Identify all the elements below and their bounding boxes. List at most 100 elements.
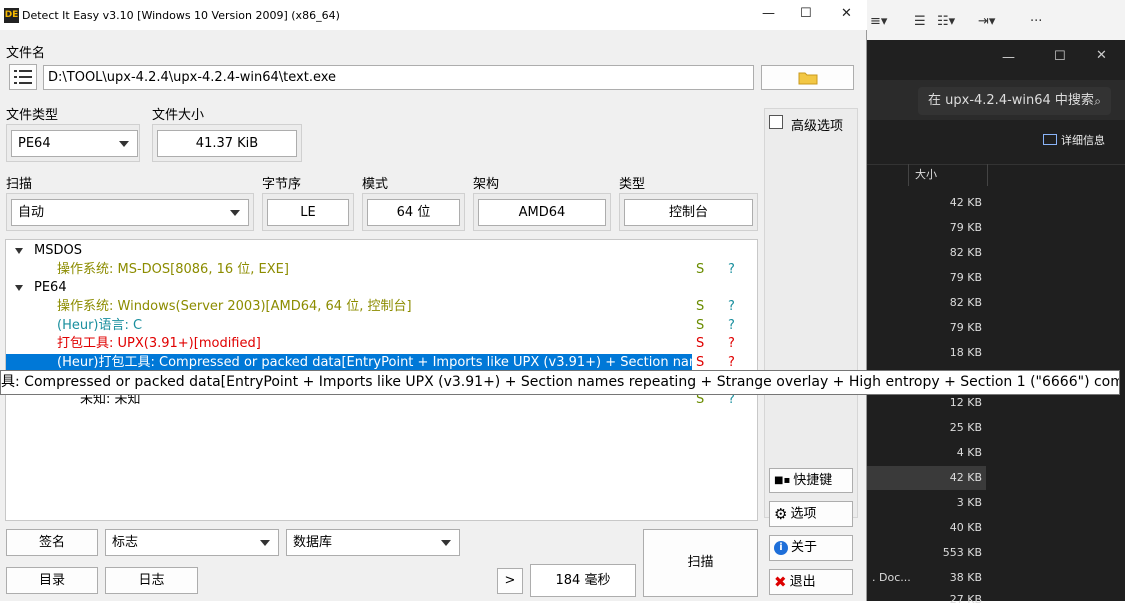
scan-button[interactable]: 扫描 xyxy=(643,529,758,597)
exit-label: 退出 xyxy=(789,574,816,590)
info-flag[interactable]: ? xyxy=(728,317,735,335)
database-select[interactable]: 数据库 xyxy=(286,529,460,556)
tree-node-label: MSDOS xyxy=(34,243,82,258)
list-icon[interactable]: ☰ xyxy=(914,14,926,29)
chevron-down-icon xyxy=(230,209,240,216)
column-header-size[interactable]: 大小 xyxy=(908,164,988,186)
numbered-list-icon[interactable]: ☷▾ xyxy=(937,14,955,29)
file-size: 82 KB xyxy=(949,296,982,309)
file-type-select[interactable]: PE64 xyxy=(11,130,138,157)
tree-node[interactable]: PE64 xyxy=(6,279,757,297)
advanced-label: 高级选项 xyxy=(791,119,844,134)
exit-button[interactable]: ✖ 退出 xyxy=(769,569,853,595)
tree-item[interactable]: 操作系统: MS-DOS[8086, 16 位, EXE] S ? xyxy=(6,261,757,279)
log-button[interactable]: 日志 xyxy=(105,567,198,594)
explorer-address-bar: 在 upx-4.2.4-win64 中搜索 ⌕ xyxy=(866,80,1125,120)
endian-label: 字节序 xyxy=(262,177,302,192)
signature-flag[interactable]: S xyxy=(696,261,704,279)
signature-flag[interactable]: S xyxy=(696,317,704,335)
file-size: 27 KB xyxy=(949,593,982,606)
more-button[interactable]: > xyxy=(497,568,523,594)
flags-value: 标志 xyxy=(112,535,139,550)
minimize-icon[interactable]: — xyxy=(1002,50,1015,65)
expand-arrow-icon[interactable] xyxy=(15,285,23,291)
detect-it-easy-window: DE Detect It Easy v3.10 [Windows 10 Vers… xyxy=(0,0,867,601)
tree-item-label: (Heur)语言: C xyxy=(57,318,143,333)
close-icon[interactable]: ✕ xyxy=(1096,48,1107,63)
arch-label: 架构 xyxy=(473,177,500,192)
file-size: 18 KB xyxy=(949,346,982,359)
advanced-checkbox[interactable] xyxy=(769,115,783,129)
scan-label: 扫描 xyxy=(6,177,33,192)
browse-button[interactable] xyxy=(761,65,854,90)
file-size: 12 KB xyxy=(949,396,982,409)
file-size: 4 KB xyxy=(956,446,982,459)
file-path-input[interactable]: D:\TOOL\upx-4.2.4\upx-4.2.4-win64\text.e… xyxy=(43,65,754,90)
tree-item[interactable]: 打包工具: UPX(3.91+)[modified] S ? xyxy=(6,335,757,353)
side-panel xyxy=(764,108,858,518)
details-pane-icon xyxy=(1043,134,1057,145)
more-icon[interactable]: ··· xyxy=(1030,14,1042,29)
info-flag[interactable]: ? xyxy=(728,335,735,353)
search-icon: ⌕ xyxy=(1094,94,1101,108)
align-icon[interactable]: ≡▾ xyxy=(870,14,887,29)
scan-mode-select[interactable]: 自动 xyxy=(11,199,249,226)
info-flag[interactable]: ? xyxy=(728,261,735,279)
tooltip: 具: Compressed or packed data[EntryPoint … xyxy=(0,370,1120,395)
signature-button[interactable]: 签名 xyxy=(6,529,98,556)
tree-item-label: 打包工具: UPX(3.91+)[modified] xyxy=(57,336,261,351)
explorer-titlebar: — ☐ ✕ xyxy=(866,40,1125,80)
file-size: 38 KB xyxy=(949,571,982,584)
details-pane-button[interactable]: 详细信息 xyxy=(1043,132,1105,148)
file-size-field: 41.37 KiB xyxy=(157,130,297,157)
flags-select[interactable]: 标志 xyxy=(105,529,279,556)
app-logo: DE xyxy=(4,8,19,23)
file-explorer-window: — ☐ ✕ 在 upx-4.2.4-win64 中搜索 ⌕ 详细信息 大小 42… xyxy=(866,40,1125,606)
minimize-icon[interactable]: — xyxy=(762,6,775,21)
file-size: 79 KB xyxy=(949,221,982,234)
mode-field: 64 位 xyxy=(367,199,460,226)
column-size-label: 大小 xyxy=(915,168,937,181)
window-title: Detect It Easy v3.10 [Windows 10 Version… xyxy=(22,9,340,22)
info-icon: i xyxy=(774,540,788,555)
shortcuts-label: 快捷键 xyxy=(793,473,833,488)
maximize-icon[interactable]: ☐ xyxy=(800,6,812,21)
file-size-label: 文件大小 xyxy=(152,108,205,123)
indent-icon[interactable]: ⇥▾ xyxy=(978,14,995,29)
file-size: 3 KB xyxy=(956,496,982,509)
gear-icon: ⚙ xyxy=(774,505,788,523)
info-flag[interactable]: ? xyxy=(728,298,735,316)
list-icon xyxy=(14,70,32,84)
expand-arrow-icon[interactable] xyxy=(15,248,23,254)
signature-flag[interactable]: S xyxy=(696,335,704,353)
directory-button[interactable]: 目录 xyxy=(6,567,98,594)
shortcuts-button[interactable]: ■▪ 快捷键 xyxy=(769,468,853,493)
tree-item[interactable]: (Heur)语言: C S ? xyxy=(6,317,757,335)
options-button[interactable]: ⚙ 选项 xyxy=(769,501,853,527)
options-label: 选项 xyxy=(790,506,817,522)
close-icon[interactable]: ✕ xyxy=(841,6,852,21)
type-field: 控制台 xyxy=(624,199,753,226)
arch-field: AMD64 xyxy=(478,199,606,226)
elapsed-time-field: 184 毫秒 xyxy=(530,564,636,597)
tree-node[interactable]: MSDOS xyxy=(6,242,757,260)
file-menu-button[interactable] xyxy=(9,64,37,90)
about-label: 关于 xyxy=(791,540,818,555)
explorer-search-input[interactable]: 在 upx-4.2.4-win64 中搜索 ⌕ xyxy=(918,87,1111,115)
file-size: 79 KB xyxy=(949,271,982,284)
chevron-down-icon xyxy=(260,539,270,546)
close-icon: ✖ xyxy=(774,573,787,591)
tree-item[interactable]: 操作系统: Windows(Server 2003)[AMD64, 64 位, … xyxy=(6,298,757,316)
maximize-icon[interactable]: ☐ xyxy=(1054,49,1066,64)
file-size: 25 KB xyxy=(949,421,982,434)
signature-flag[interactable]: S xyxy=(696,298,704,316)
file-size: 553 KB xyxy=(942,546,982,559)
keyboard-icon: ■▪ xyxy=(774,475,791,486)
window-titlebar: DE Detect It Easy v3.10 [Windows 10 Vers… xyxy=(0,0,867,30)
mode-label: 模式 xyxy=(362,177,389,192)
chevron-down-icon xyxy=(441,539,451,546)
about-button[interactable]: i 关于 xyxy=(769,535,853,561)
tree-item-label: 操作系统: MS-DOS[8086, 16 位, EXE] xyxy=(57,262,289,277)
file-type-value: PE64 xyxy=(18,136,51,151)
tree-item-label: 操作系统: Windows(Server 2003)[AMD64, 64 位, … xyxy=(57,299,412,314)
